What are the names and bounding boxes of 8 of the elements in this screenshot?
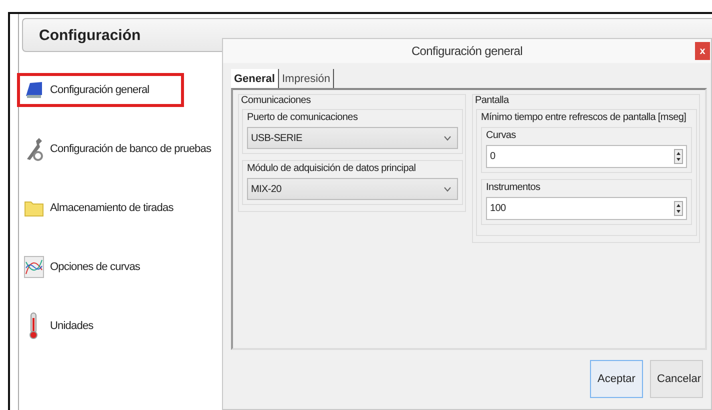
field-label: Curvas	[486, 130, 517, 141]
field-label: Instrumentos	[486, 182, 542, 193]
field-label: Puerto de comunicaciones	[247, 112, 359, 123]
title-bar: Configuración general x	[223, 39, 711, 63]
group-subtitle: Mínimo tiempo entre refrescos de pantalla [mseg]	[481, 112, 688, 123]
group-title: Comunicaciones	[241, 95, 312, 106]
field-label: Módulo de adquisición de datos principal	[247, 163, 417, 174]
group-title: Pantalla	[475, 95, 510, 106]
